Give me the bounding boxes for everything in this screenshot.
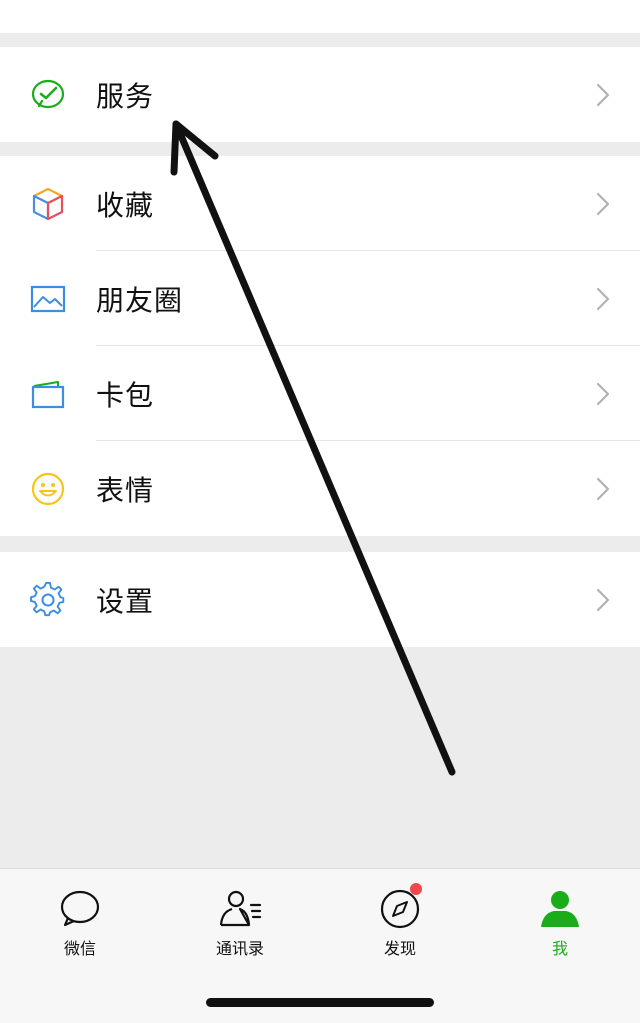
tab-label: 发现 xyxy=(383,939,416,958)
wallet-icon xyxy=(30,376,66,412)
chevron-right-icon xyxy=(596,287,610,310)
menu-item-moments[interactable]: 朋友圈 xyxy=(0,251,640,346)
cube-icon xyxy=(30,186,66,222)
tab-label: 微信 xyxy=(63,939,96,958)
chevron-right-icon xyxy=(596,192,610,215)
menu-item-label: 卡包 xyxy=(96,378,155,412)
settings-group: 设置 xyxy=(0,552,640,647)
picture-icon xyxy=(30,281,66,317)
gear-icon xyxy=(30,581,66,618)
chevron-right-icon xyxy=(596,83,610,106)
tab-contacts[interactable]: 通讯录 xyxy=(190,887,290,958)
contacts-icon xyxy=(218,887,262,931)
chevron-right-icon xyxy=(596,588,610,611)
home-indicator[interactable] xyxy=(206,998,434,1007)
menu-item-favorites[interactable]: 收藏 xyxy=(0,156,640,251)
tab-chats[interactable]: 微信 xyxy=(30,887,130,958)
menu-item-label: 服务 xyxy=(96,79,155,113)
menu-item-label: 表情 xyxy=(96,473,155,507)
tab-label: 我 xyxy=(551,939,568,958)
menu-item-label: 收藏 xyxy=(96,188,155,222)
features-group: 收藏 朋友圈 卡包 表情 xyxy=(0,156,640,536)
top-section xyxy=(0,0,640,33)
menu-item-label: 朋友圈 xyxy=(96,283,184,317)
notification-badge xyxy=(410,883,422,895)
compass-icon xyxy=(378,883,422,931)
chevron-right-icon xyxy=(596,382,610,405)
wechat-pay-icon xyxy=(30,77,66,113)
tab-label: 通讯录 xyxy=(215,939,264,958)
tab-discover[interactable]: 发现 xyxy=(350,883,450,958)
services-group: 服务 xyxy=(0,47,640,142)
menu-item-label: 设置 xyxy=(96,584,155,618)
menu-item-settings[interactable]: 设置 xyxy=(0,552,640,647)
smiley-icon xyxy=(30,471,66,507)
menu-item-cards[interactable]: 卡包 xyxy=(0,346,640,441)
person-icon xyxy=(538,887,582,931)
menu-item-stickers[interactable]: 表情 xyxy=(0,441,640,536)
chat-bubble-icon xyxy=(58,887,102,931)
tab-me[interactable]: 我 xyxy=(510,887,610,958)
menu-item-services[interactable]: 服务 xyxy=(0,47,640,142)
chevron-right-icon xyxy=(596,477,610,500)
